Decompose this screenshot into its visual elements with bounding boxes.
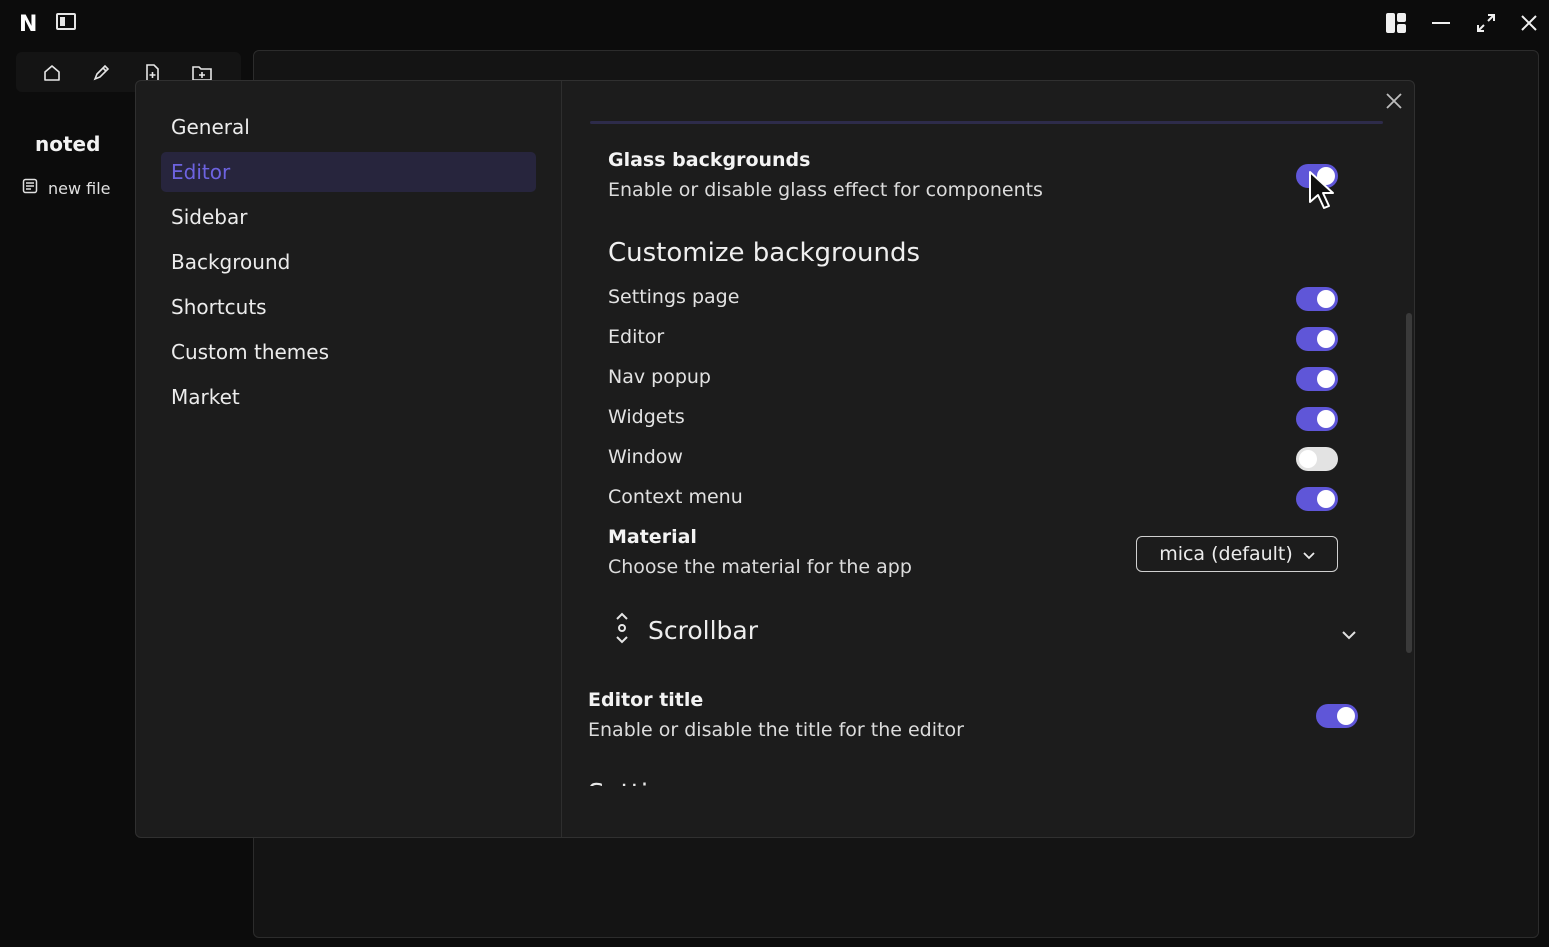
material-description: Choose the material for the app [608,556,912,578]
file-list-item[interactable]: new file [22,178,111,198]
editor-bg-toggle[interactable] [1296,327,1338,351]
nav-item-editor[interactable]: Editor [161,152,536,192]
glass-backgrounds-description: Enable or disable glass effect for compo… [608,179,1043,201]
mouse-cursor-icon [1308,170,1334,216]
widgets-label: Widgets [608,406,685,428]
editor-title-description: Enable or disable the title for the edit… [588,719,964,741]
home-icon[interactable] [43,64,61,82]
app-name: noted [35,132,101,156]
settings-modal: General Editor Sidebar Background Shortc… [135,80,1415,838]
settings-page-label: Settings page [608,286,740,308]
window-toggle[interactable] [1296,447,1338,471]
editor-title-label: Editor title [588,689,704,711]
scrollbar-section-header[interactable]: Scrollbar [614,611,758,649]
nav-item-shortcuts[interactable]: Shortcuts [161,287,536,327]
close-icon[interactable] [1515,9,1543,37]
material-select-value: mica (default) [1159,543,1293,565]
layout-icon[interactable] [1382,9,1410,37]
cut-off-heading: Settings [588,774,695,786]
settings-content: Glass backgrounds Enable or disable glas… [562,81,1414,837]
context-menu-toggle[interactable] [1296,487,1338,511]
window-label: Window [608,446,683,468]
settings-nav: General Editor Sidebar Background Shortc… [136,81,562,837]
section-divider [590,121,1383,124]
material-label: Material [608,526,697,548]
widgets-toggle[interactable] [1296,407,1338,431]
nav-item-background[interactable]: Background [161,242,536,282]
context-menu-label: Context menu [608,486,743,508]
nav-item-general[interactable]: General [161,107,536,147]
material-select[interactable]: mica (default) [1136,536,1338,572]
minimize-icon[interactable] [1427,9,1455,37]
nav-item-market[interactable]: Market [161,377,536,417]
file-label: new file [48,178,111,198]
nav-item-sidebar[interactable]: Sidebar [161,197,536,237]
nav-item-custom-themes[interactable]: Custom themes [161,332,536,372]
edit-icon[interactable] [92,64,110,82]
editor-bg-label: Editor [608,326,665,348]
glass-backgrounds-label: Glass backgrounds [608,149,811,171]
settings-scrollbar[interactable] [1406,313,1412,653]
title-bar: N [0,0,1549,46]
nav-popup-label: Nav popup [608,366,711,388]
maximize-icon[interactable] [1472,9,1500,37]
sidebar-toggle-icon[interactable] [56,13,76,30]
nav-popup-toggle[interactable] [1296,367,1338,391]
file-text-icon [22,178,38,198]
editor-title-toggle[interactable] [1316,704,1358,728]
scrollbar-section-title: Scrollbar [648,615,758,645]
scroll-arrows-icon [614,611,630,649]
customize-backgrounds-title: Customize backgrounds [608,238,921,268]
chevron-down-icon [1303,543,1315,565]
settings-page-toggle[interactable] [1296,287,1338,311]
app-logo[interactable]: N [19,12,37,37]
scrollbar-expand-chevron-icon[interactable] [1342,625,1356,644]
